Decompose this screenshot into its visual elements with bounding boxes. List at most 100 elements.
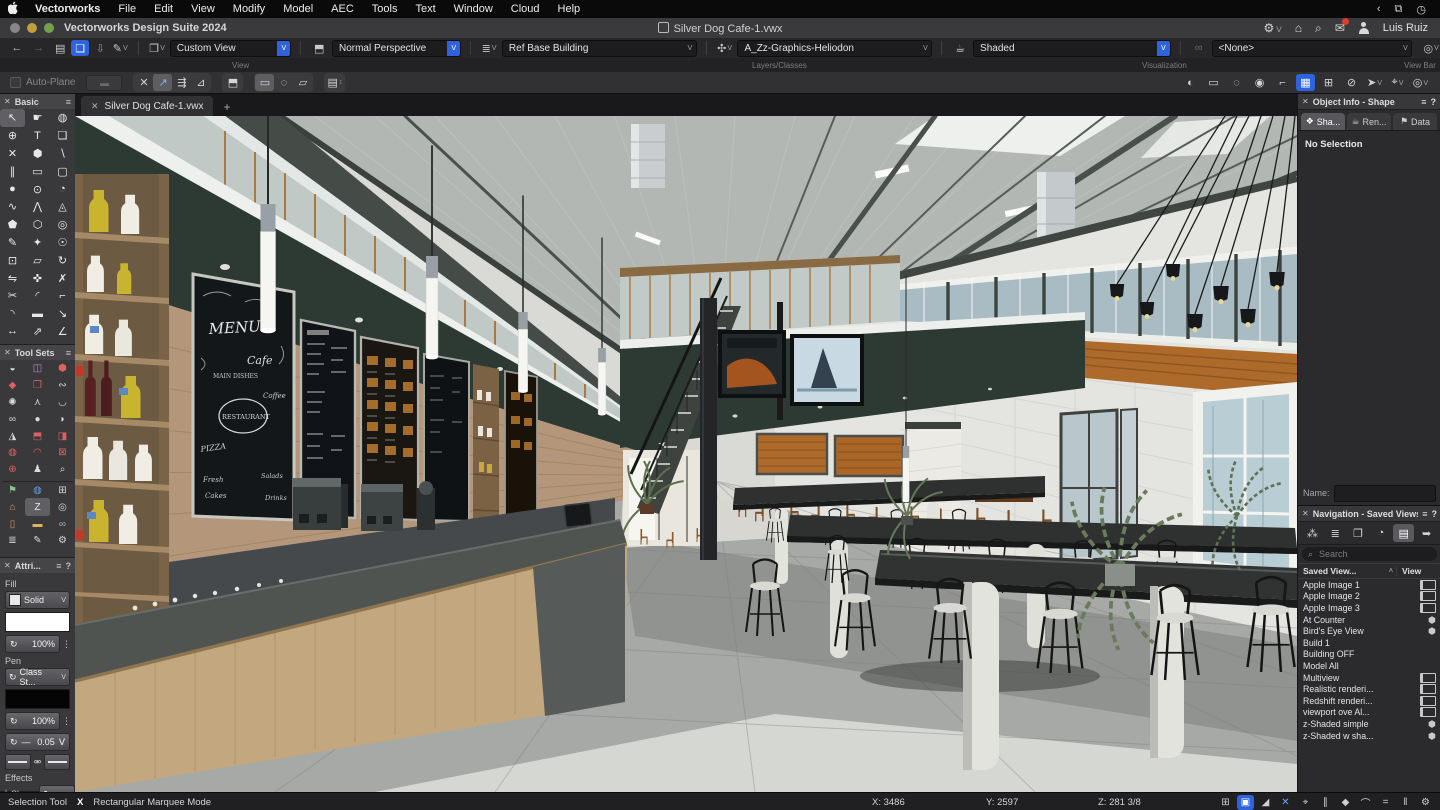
pan-tool[interactable]: ☛ [25,109,50,127]
menu-view[interactable]: View [182,3,224,15]
menu-edit[interactable]: Edit [145,3,182,15]
tab-data[interactable]: ⚑Data [1393,113,1437,130]
menu-cloud[interactable]: Cloud [502,3,549,15]
solid-cube-tool[interactable]: ⬢ [50,360,75,378]
saved-view-row[interactable]: z-Shaded simple⬢ [1298,718,1440,730]
palette-menu-icon[interactable]: ≡ [56,561,61,571]
help-icon[interactable]: ? [1431,97,1437,107]
fill-color-swatch[interactable] [5,612,70,632]
name-input[interactable] [1334,485,1436,502]
planar-move-mode[interactable]: ↗ [153,74,172,91]
site-planning-toolset[interactable]: ◍ [25,482,50,500]
disable-snapping-mode[interactable]: ✕ [134,74,153,91]
callout-tool[interactable]: ❏ [50,127,75,145]
auto-plane-dropdown[interactable]: ▬ [86,75,122,91]
viewport-border-icon[interactable]: ▭ [1204,74,1223,91]
snap-to-grid-icon[interactable]: ▣ [1237,795,1254,810]
smart-edge-icon[interactable]: ◆ [1337,795,1354,810]
fill-opacity-button[interactable]: ↻ 100% [5,635,60,653]
saved-view-icon[interactable]: ❐ᐯ [148,40,166,56]
pen-style-select[interactable]: ↻ Class St...ᐯ [5,668,70,686]
snap-tangent-icon[interactable]: ⌒ [1357,795,1374,810]
line-tool[interactable]: ∖ [50,145,75,163]
pane-layout-icon[interactable]: ⊞ [1319,74,1338,91]
close-icon[interactable]: ✕ [1302,509,1309,518]
eyedropper-tool[interactable]: ✎ [0,234,25,252]
menu-tools[interactable]: Tools [363,3,407,15]
building-shell-toolset[interactable]: ⌂ [0,498,25,516]
annotation-toolset[interactable]: ✎ [25,532,50,550]
blob-tool[interactable]: ◗ [50,410,75,428]
marquee-settings-icon[interactable]: ◌ [1227,74,1246,91]
angular-dimension-tool[interactable]: ∠ [50,323,75,341]
rectangle-tool[interactable]: ▭ [25,162,50,180]
smart-points-icon[interactable]: ⌖ [1297,795,1314,810]
render-options-icon[interactable]: ➤ᐯ [1365,74,1384,91]
multiple-move-mode[interactable]: ⇶ [172,74,191,91]
saved-view-row[interactable]: Apple Image 2 [1298,591,1440,603]
lighting-options-icon[interactable]: ◎ᐯ [1422,40,1440,56]
saved-view-row[interactable]: z-Shaded w sha...⬢ [1298,730,1440,742]
menu-vectorworks[interactable]: Vectorworks [26,3,109,15]
landmark-toolset[interactable]: ⚑ [0,482,25,500]
visibility-tool[interactable]: ☉ [50,234,75,252]
messages-icon[interactable]: ✉ [1335,21,1345,35]
chamfer-tool[interactable]: ⌐ [50,287,75,305]
render-style-icon[interactable]: ☕ [951,40,969,56]
camera-eye-icon[interactable]: ◉ [1250,74,1269,91]
edit-viewport-icon[interactable]: ✎ᐯ [111,40,129,56]
design-layers-tab[interactable]: ≣ [1325,524,1346,542]
rounded-rectangle-tool[interactable]: ▢ [50,162,75,180]
column-saved-view[interactable]: Saved View... [1303,566,1386,576]
wedge-solid-tool[interactable]: ◆ [0,377,25,395]
forward-button[interactable]: → [30,40,48,56]
solid-face-tool[interactable]: ◨ [50,427,75,445]
move-by-points-tool[interactable]: ✜ [25,269,50,287]
render-mode-select[interactable]: Shadedᐯ [973,40,1171,57]
pen-opacity-button[interactable]: ↻ 100% [5,712,60,730]
close-icon[interactable]: ✕ [4,561,11,570]
saved-view-row[interactable]: Model All [1298,660,1440,672]
tab-sha[interactable]: ❖Sha... [1301,113,1345,130]
rectangular-marquee-mode[interactable]: ▭ [255,74,274,91]
help-icon[interactable]: ? [1432,509,1438,519]
user-avatar-icon[interactable] [1358,22,1370,34]
snap-intersection-icon[interactable]: ✕ [1277,795,1294,810]
clip-cube-icon[interactable]: ⊘ [1342,74,1361,91]
menu-window[interactable]: Window [445,3,502,15]
machine-design-toolset[interactable]: ⚙ [50,532,75,550]
extrude-tool[interactable]: ⬒ [25,427,50,445]
palette-menu-icon[interactable]: ≡ [66,97,71,107]
camera-select[interactable]: <None>ᐯ [1212,40,1413,57]
mesh-sphere-tool[interactable]: ⊕ [0,461,25,479]
menu-help[interactable]: Help [549,3,590,15]
close-window-button[interactable] [10,23,20,33]
fillet-tool[interactable]: ◜ [25,287,50,305]
space-planning-toolset[interactable]: ⊞ [50,482,75,500]
saved-view-row[interactable]: Apple Image 1 [1298,579,1440,591]
zoom-window-button[interactable] [44,23,54,33]
line-end-marker-select[interactable] [44,754,70,770]
apple-menu-icon[interactable] [0,1,26,17]
deform-tool[interactable]: ▱ [25,251,50,269]
panel-menu-icon[interactable]: ≡ [1422,509,1427,519]
cylinder-tool[interactable]: ◍ [0,444,25,462]
trim-tool[interactable]: ✕ [0,145,25,163]
import-view-icon[interactable]: ⇩ [91,40,109,56]
snapping-settings-icon[interactable]: ⚙ [1417,795,1434,810]
flyover-tool[interactable]: ◍ [50,109,75,127]
structural-toolset[interactable]: ≣ [0,532,25,550]
saved-views-tab[interactable]: ▤ [1393,524,1414,542]
working-plane-mode[interactable]: ⊿ [191,74,210,91]
undo-view-icon[interactable]: ▤ [51,40,69,56]
lasso-marquee-mode[interactable]: ◌ [274,74,293,91]
sphere-tool[interactable]: ● [25,410,50,428]
pause-snapping-icon[interactable]: ‖ [1397,795,1414,810]
search-input[interactable] [1317,548,1431,560]
line-weight-select[interactable]: ↻— 0.05ᐯ [5,733,70,751]
saved-view-row[interactable]: Build 1 [1298,637,1440,649]
close-icon[interactable]: ✕ [4,97,11,106]
inspect-solid-tool[interactable]: ⌕ [50,461,75,479]
corner-ruler-icon[interactable]: ⌐ [1273,74,1292,91]
menu-text[interactable]: Text [406,3,444,15]
